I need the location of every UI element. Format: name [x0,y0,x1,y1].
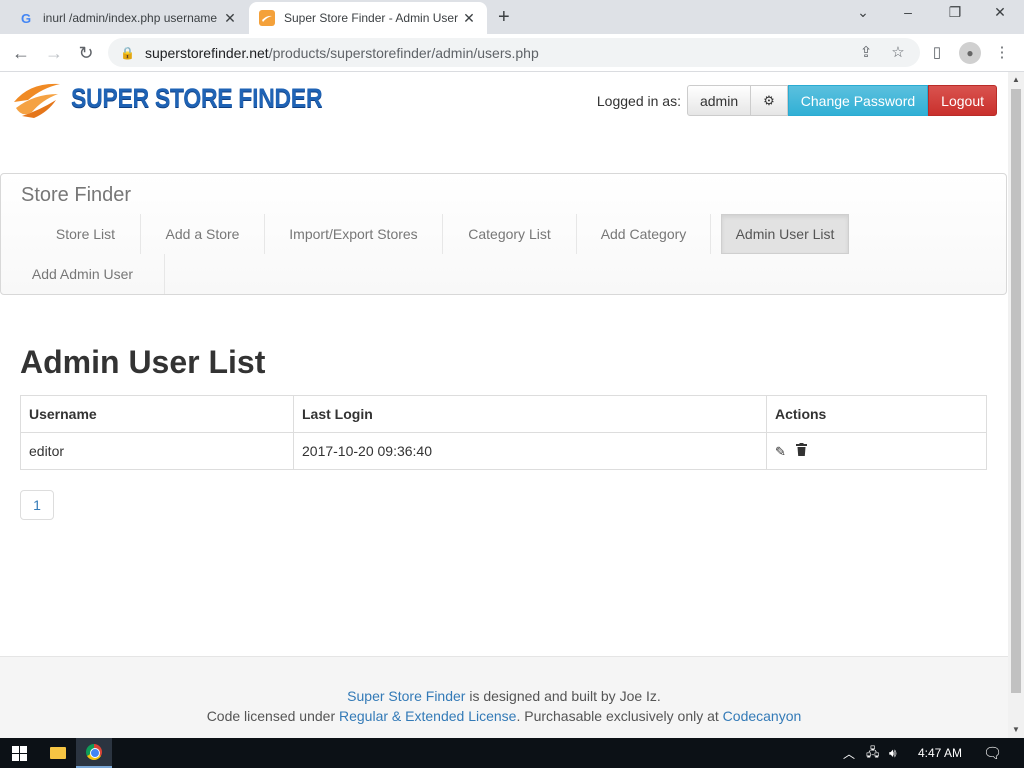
windows-taskbar: ︿ 🖧 🔊︎ 4:47 AM 🗨︎ [0,738,1024,768]
menu-kebab-icon[interactable]: ⋮ [991,42,1013,64]
table-row: editor 2017-10-20 09:36:40 ✎ [20,432,987,470]
cell-actions: ✎ [766,432,987,470]
scroll-up-arrow-icon[interactable]: ▲ [1008,72,1024,88]
page-scrollbar[interactable]: ▲ ▼ [1008,72,1024,738]
window-close-icon[interactable]: ✕ [990,4,1010,21]
footer-line-1: Super Store Finder is designed and built… [0,688,1008,704]
close-tab-icon[interactable]: ✕ [461,10,477,27]
footer-purchase-text: . Purchasable exclusively only at [516,708,723,724]
logo-text: SUPER STORE FINDER [71,82,323,113]
pencil-icon[interactable]: ✎ [775,444,786,460]
google-g-icon: G [20,10,32,26]
tab-search-chevron-icon[interactable]: ⌄ [853,4,873,21]
page-viewport: SUPER STORE FINDER Logged in as: admin ⚙… [0,72,1008,738]
browser-toolbar: ← → ↻ 🔒 superstorefinder.net/products/su… [0,34,1024,72]
column-header-actions: Actions [766,395,987,433]
main-navbar: Store Finder Store List Add a Store Impo… [0,173,1007,295]
current-user-button[interactable]: admin [686,85,752,116]
page-footer: Super Store Finder is designed and built… [0,656,1008,738]
footer-line-2: Code licensed under Regular & Extended L… [0,708,1008,724]
cell-last-login: 2017-10-20 09:36:40 [293,432,767,470]
browser-tab-strip: G inurl /admin/index.php username ✕ Supe… [0,0,1024,34]
admin-users-table: Username Last Login Actions editor 2017-… [20,395,987,470]
column-header-username: Username [20,395,294,433]
chrome-taskbar-icon[interactable] [76,738,112,768]
site-logo[interactable]: SUPER STORE FINDER [12,78,363,118]
notifications-icon[interactable]: 🗨︎ [983,738,1002,768]
file-explorer-icon[interactable] [40,738,76,768]
trash-icon[interactable] [795,442,807,459]
footer-license-link[interactable]: Regular & Extended License [339,708,516,724]
footer-license-prefix: Code licensed under [206,708,339,724]
reload-icon[interactable]: ↻ [74,41,98,65]
lock-icon: 🔒 [120,45,135,60]
side-panel-icon[interactable]: ▯ [926,42,948,64]
column-header-last-login: Last Login [293,395,767,433]
network-icon[interactable]: 🖧 [866,738,879,768]
volume-icon[interactable]: 🔊︎ [889,738,897,768]
nav-item-add-category[interactable]: Add Category [577,214,711,254]
logged-in-label: Logged in as: [596,92,681,109]
back-arrow-icon[interactable]: ← [9,41,33,65]
share-icon[interactable]: ⇪ [856,43,876,61]
minimize-icon[interactable]: – [898,4,918,20]
url-path: /products/superstorefinder/admin/users.p… [268,44,539,61]
nav-item-add-store[interactable]: Add a Store [141,214,265,254]
table-header-row: Username Last Login Actions [20,395,987,433]
tab-title: inurl /admin/index.php username [43,11,218,25]
windows-start-icon[interactable] [0,738,38,768]
close-tab-icon[interactable]: ✕ [222,10,238,27]
nav-item-category-list[interactable]: Category List [443,214,577,254]
tab-title: Super Store Finder - Admin User [284,11,459,25]
footer-codecanyon-link[interactable]: Codecanyon [723,708,802,724]
footer-superstorefinder-link[interactable]: Super Store Finder [347,688,465,704]
url-host: superstorefinder.net [144,44,269,61]
superstorefinder-icon [259,10,275,26]
page-title: Admin User List [20,344,266,380]
login-bar: Logged in as: admin ⚙ Change Password Lo… [597,85,997,116]
scrollbar-thumb[interactable] [1011,89,1021,693]
settings-gear-icon[interactable]: ⚙ [751,85,788,116]
forward-arrow-icon[interactable]: → [42,41,66,65]
tray-chevron-up-icon[interactable]: ︿ [843,738,855,768]
bookmark-star-icon[interactable]: ☆ [888,43,908,61]
logo-swoosh-icon [12,78,62,118]
change-password-button[interactable]: Change Password [787,85,929,116]
browser-tab-superstorefinder[interactable]: Super Store Finder - Admin User ✕ [249,2,487,34]
nav-item-store-list[interactable]: Store List [31,214,141,254]
logout-button[interactable]: Logout [928,85,997,116]
nav-item-admin-user-list[interactable]: Admin User List [721,214,849,254]
address-bar[interactable]: 🔒 superstorefinder.net/products/supersto… [108,38,920,67]
footer-credit-text: is designed and built by Joe Iz. [465,688,661,704]
browser-tab-google-search[interactable]: G inurl /admin/index.php username ✕ [8,2,248,34]
new-tab-plus-icon[interactable]: + [498,6,510,28]
nav-item-add-admin-user[interactable]: Add Admin User [1,254,165,294]
nav-item-import-export[interactable]: Import/Export Stores [265,214,443,254]
restore-icon[interactable]: ❐ [945,4,965,21]
pagination-page-1[interactable]: 1 [20,490,54,520]
taskbar-clock[interactable]: 4:47 AM [918,738,962,768]
cell-username: editor [20,432,294,470]
profile-avatar-icon[interactable]: ● [959,42,981,64]
navbar-brand[interactable]: Store Finder [21,184,131,207]
scroll-down-arrow-icon[interactable]: ▼ [1008,722,1024,738]
